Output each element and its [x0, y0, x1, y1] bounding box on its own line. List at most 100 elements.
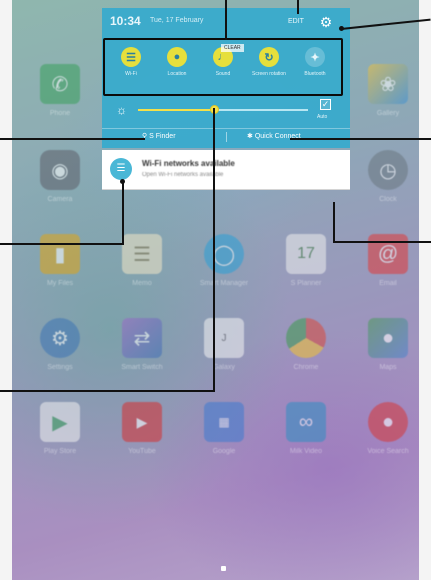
- app-label: Chrome: [293, 364, 319, 371]
- email-icon: @: [368, 234, 408, 274]
- app-maps[interactable]: ● Maps: [358, 318, 418, 371]
- divider: [226, 132, 227, 142]
- device-frame-right: [419, 0, 431, 580]
- app-gallery[interactable]: ❀ Gallery: [358, 64, 418, 117]
- bluetooth-icon: ✦: [305, 47, 325, 67]
- callout-dot: [339, 26, 344, 31]
- quick-setting-label: Bluetooth: [304, 71, 326, 77]
- app-milk-video[interactable]: ∞ Milk Video: [276, 402, 336, 455]
- app-label: YouTube: [128, 448, 156, 455]
- wifi-notification-icon: ☰: [110, 158, 132, 180]
- clock-icon: ◷: [368, 150, 408, 190]
- edit-button[interactable]: EDIT: [288, 18, 304, 25]
- callout-line: [213, 108, 215, 392]
- app-label: Play Store: [43, 448, 77, 455]
- auto-brightness-label: Auto: [317, 114, 328, 120]
- s-finder-label: S Finder: [149, 133, 176, 140]
- rotation-icon: ↻: [259, 47, 279, 67]
- callout-line: [333, 241, 431, 243]
- quick-setting-label: Screen rotation: [252, 71, 286, 77]
- divider: [102, 128, 350, 129]
- app-label: Galaxy: [213, 364, 235, 371]
- chrome-icon: [286, 318, 326, 358]
- settings-icon: ⚙: [40, 318, 80, 358]
- play-store-icon: ▶: [40, 402, 80, 442]
- callout-dot: [120, 179, 125, 184]
- folder-icon: ▮: [40, 234, 80, 274]
- app-voice-search[interactable]: ● Voice Search: [358, 402, 418, 455]
- google-folder-icon: ▦: [204, 402, 244, 442]
- app-label: Phone: [49, 110, 71, 117]
- auto-brightness-checkbox[interactable]: ✓: [320, 99, 331, 110]
- quick-connect-icon: ✱: [247, 133, 255, 140]
- app-label: Camera: [47, 196, 73, 203]
- s-finder-button[interactable]: ⚲ S Finder: [142, 132, 176, 140]
- app-label: Memo: [132, 280, 152, 287]
- app-memo[interactable]: ☰ Memo: [112, 234, 172, 287]
- app-youtube[interactable]: ▶ YouTube: [112, 402, 172, 455]
- callout-line: [122, 182, 124, 244]
- app-s-planner[interactable]: 17 S Planner: [276, 234, 336, 287]
- quick-setting-wifi[interactable]: ☰ Wi-Fi: [111, 47, 151, 77]
- app-camera[interactable]: ◉ Camera: [30, 150, 90, 203]
- smart-switch-icon: ⇄: [122, 318, 162, 358]
- app-label: Voice Search: [367, 448, 409, 455]
- quick-setting-label: Sound: [215, 71, 231, 77]
- smart-manager-icon: ◯: [204, 234, 244, 274]
- callout-line: [297, 0, 299, 14]
- notification-card[interactable]: ☰ Wi-Fi networks available Open Wi-Fi ne…: [102, 150, 350, 190]
- callout-line: [0, 138, 145, 140]
- app-my-files[interactable]: ▮ My Files: [30, 234, 90, 287]
- calendar-icon: 17: [286, 234, 326, 274]
- callout-line: [290, 138, 431, 140]
- maps-icon: ●: [368, 318, 408, 358]
- quick-setting-rotation[interactable]: ↻ Screen rotation: [249, 47, 289, 77]
- app-label: Smart Switch: [121, 364, 163, 371]
- callout-line: [0, 243, 124, 245]
- app-label: Gallery: [376, 110, 400, 117]
- app-smart-switch[interactable]: ⇄ Smart Switch: [112, 318, 172, 371]
- app-label: Milk Video: [289, 448, 323, 455]
- voice-search-icon: ●: [368, 402, 408, 442]
- app-clock[interactable]: ◷ Clock: [358, 150, 418, 203]
- app-galaxy[interactable]: J Galaxy: [194, 318, 254, 371]
- brightness-slider-fill: [138, 109, 215, 111]
- app-label: Smart Manager: [199, 280, 249, 287]
- quick-setting-location[interactable]: ● Location: [157, 47, 197, 77]
- app-label: Google: [212, 448, 236, 455]
- app-chrome[interactable]: Chrome: [276, 318, 336, 371]
- callout-line: [333, 202, 335, 242]
- app-google-folder[interactable]: ▦ Google: [194, 402, 254, 455]
- app-label: Clock: [379, 196, 397, 203]
- clear-button[interactable]: CLEAR: [221, 44, 244, 52]
- memo-icon: ☰: [122, 234, 162, 274]
- youtube-icon: ▶: [122, 402, 162, 442]
- app-label: Email: [379, 280, 397, 287]
- brightness-icon: ☼: [116, 103, 127, 117]
- gear-icon[interactable]: ⚙: [318, 14, 334, 30]
- quick-setting-label: Wi-Fi: [125, 71, 137, 77]
- quick-setting-label: Location: [167, 71, 187, 77]
- app-phone[interactable]: ✆ Phone: [30, 64, 90, 117]
- app-label: Maps: [379, 364, 397, 371]
- app-label: S Planner: [290, 280, 322, 287]
- camera-icon: ◉: [40, 150, 80, 190]
- wifi-icon: ☰: [121, 47, 141, 67]
- panel-clock: 10:34: [110, 14, 141, 28]
- notification-title: Wi-Fi networks available: [142, 159, 235, 168]
- quick-setting-bluetooth[interactable]: ✦ Bluetooth: [295, 47, 335, 77]
- app-play-store[interactable]: ▶ Play Store: [30, 402, 90, 455]
- device-frame-left: [0, 0, 12, 580]
- gallery-icon: ❀: [368, 64, 408, 104]
- callout-line: [0, 390, 215, 392]
- location-icon: ●: [167, 47, 187, 67]
- panel-date: Tue, 17 February: [150, 17, 204, 24]
- notification-subtitle: Open Wi-Fi networks available: [142, 172, 224, 178]
- app-smart-manager[interactable]: ◯ Smart Manager: [194, 234, 254, 287]
- milk-video-icon: ∞: [286, 402, 326, 442]
- app-label: Settings: [47, 364, 73, 371]
- app-settings[interactable]: ⚙ Settings: [30, 318, 90, 371]
- app-label: My Files: [46, 280, 74, 287]
- phone-icon: ✆: [40, 64, 80, 104]
- callout-line: [225, 0, 227, 40]
